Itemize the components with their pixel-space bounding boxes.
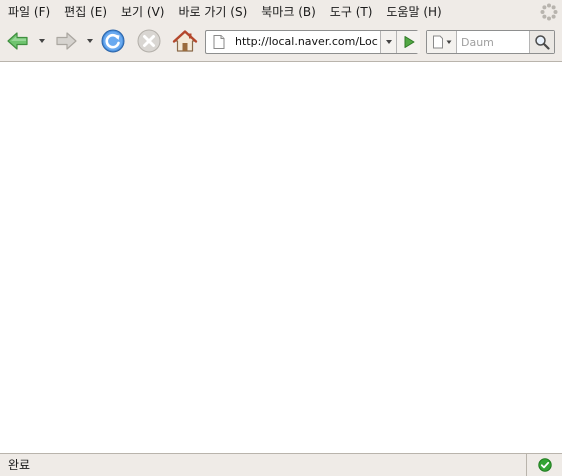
menu-help[interactable]: 도움말 (H): [382, 2, 445, 22]
menu-file[interactable]: 파일 (F): [4, 2, 54, 22]
search-bar: [426, 30, 555, 54]
reload-icon: [101, 29, 125, 53]
chevron-down-icon: [446, 40, 451, 44]
back-arrow-icon: [7, 32, 28, 50]
status-bar: 완료: [0, 453, 562, 476]
navigation-toolbar: [0, 24, 562, 60]
url-input[interactable]: [235, 31, 380, 53]
stop-button[interactable]: [135, 27, 163, 55]
search-icon: [535, 35, 550, 50]
menu-bookmarks[interactable]: 북마크 (B): [257, 2, 320, 22]
menu-bar: 파일 (F) 편집 (E) 보기 (V) 바로 가기 (S) 북마크 (B) 도…: [0, 0, 562, 24]
forward-arrow-icon: [56, 32, 77, 50]
stop-icon: [137, 29, 161, 53]
security-status-panel[interactable]: [527, 454, 562, 476]
reload-button[interactable]: [99, 27, 127, 55]
url-history-dropdown[interactable]: [380, 31, 396, 53]
forward-button[interactable]: [52, 27, 80, 55]
search-button[interactable]: [529, 31, 554, 53]
home-button[interactable]: [171, 27, 199, 55]
back-button[interactable]: [4, 27, 32, 55]
forward-history-dropdown-icon[interactable]: [86, 38, 94, 44]
url-bar: [205, 30, 420, 54]
check-circle-icon: [537, 458, 552, 472]
throbber-icon: [540, 3, 558, 21]
status-text: 완료: [8, 458, 31, 472]
page-content-area[interactable]: [0, 62, 562, 453]
go-arrow-icon: [404, 36, 414, 48]
browser-chrome: 파일 (F) 편집 (E) 보기 (V) 바로 가기 (S) 북마크 (B) 도…: [0, 0, 562, 62]
go-button[interactable]: [396, 31, 420, 53]
search-engine-button[interactable]: [427, 31, 457, 53]
page-icon: [213, 35, 225, 49]
home-icon: [172, 30, 198, 52]
menu-view[interactable]: 보기 (V): [117, 2, 168, 22]
chevron-down-icon: [385, 40, 392, 44]
back-history-dropdown-icon[interactable]: [38, 38, 46, 44]
menu-tools[interactable]: 도구 (T): [326, 2, 377, 22]
menu-edit[interactable]: 편집 (E): [60, 2, 111, 22]
menu-go[interactable]: 바로 가기 (S): [174, 2, 251, 22]
search-engine-page-icon: [432, 35, 443, 49]
search-input[interactable]: [457, 31, 529, 53]
